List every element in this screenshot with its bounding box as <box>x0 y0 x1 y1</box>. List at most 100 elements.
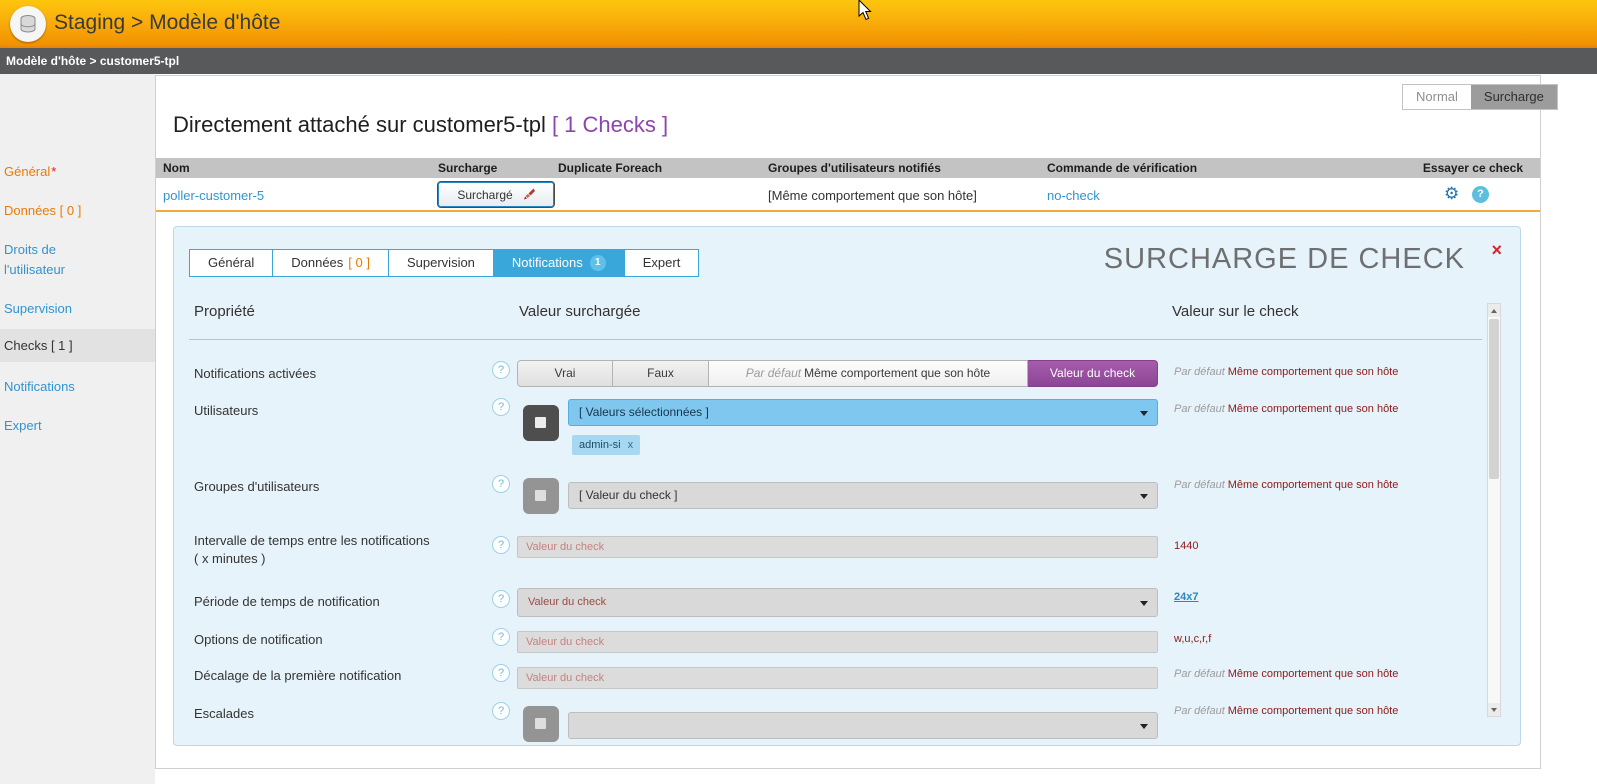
users-multiselect-label: [ Valeurs sélectionnées ] <box>579 405 709 419</box>
label-intervalle-line2: ( x minutes ) <box>194 551 266 566</box>
tab-supervision[interactable]: Supervision <box>389 249 494 277</box>
check-default-note: Par défautMême comportement que son hôte <box>1174 705 1398 717</box>
colhead-valeur-surchargee: Valeur surchargée <box>519 303 640 320</box>
escalades-mode-toggle-button[interactable] <box>523 706 559 742</box>
col-surcharge: Surcharge <box>438 161 497 175</box>
page-title: Staging > Modèle d'hôte <box>54 11 280 35</box>
interval-input[interactable] <box>517 536 1158 558</box>
col-commande-verification: Commande de vérification <box>1047 161 1197 175</box>
notifications-count-badge: 1 <box>590 255 606 271</box>
check-default-note: Par défautMême comportement que son hôte <box>1174 479 1398 491</box>
segment-default-text: Même comportement que son hôte <box>804 366 990 380</box>
sidebar-item-supervision[interactable]: Supervision <box>0 299 155 319</box>
scroll-up-button[interactable] <box>1488 304 1500 317</box>
check-default-note: Par défautMême comportement que son hôte <box>1174 668 1398 680</box>
tag-remove-icon[interactable]: x <box>628 439 634 451</box>
sidebar-item-checks[interactable]: Checks [ 1 ] <box>0 329 155 362</box>
surcharge-check-overlay: Général Données [ 0 ] Supervision Notific… <box>173 226 1521 746</box>
period-select[interactable]: Valeur du check <box>517 588 1158 617</box>
database-icon <box>18 14 38 34</box>
help-icon[interactable]: ? <box>492 475 510 493</box>
label-decalage: Décalage de la première notification <box>194 668 401 683</box>
app-window: Staging > Modèle d'hôte Modèle d'hôte > … <box>0 0 1597 784</box>
tab-notifications[interactable]: Notifications 1 <box>494 249 625 277</box>
default-text: Même comportement que son hôte <box>1228 705 1399 717</box>
host-check-link[interactable]: poller-customer-5 <box>163 188 264 203</box>
selected-user-tag: admin-si x <box>572 435 640 455</box>
mode-toggle: Normal Surcharge <box>1402 84 1558 110</box>
chevron-down-icon <box>1140 494 1148 499</box>
tab-notifications-label: Notifications <box>512 250 583 276</box>
tab-donnees-label: Données <box>291 255 343 270</box>
help-icon[interactable]: ? <box>492 628 510 646</box>
sidebar-item-label: Checks [ 1 ] <box>4 338 73 353</box>
mode-normal-button[interactable]: Normal <box>1403 85 1471 109</box>
sidebar-item-label: Supervision <box>4 301 72 316</box>
stop-square-icon <box>535 417 546 428</box>
tag-label: admin-si <box>579 439 621 451</box>
help-icon[interactable]: ? <box>492 536 510 554</box>
help-icon[interactable]: ? <box>492 361 510 379</box>
gear-icon[interactable]: ⚙ <box>1444 184 1459 204</box>
main-panel: Directement attaché sur customer5-tpl[ 1… <box>155 75 1541 769</box>
sidebar-item-notifications[interactable]: Notifications <box>0 377 155 397</box>
label-notifications-activees: Notifications activées <box>194 366 316 381</box>
close-icon[interactable]: × <box>1491 241 1502 259</box>
segment-par-defaut[interactable]: Par défautMême comportement que son hôte <box>709 360 1028 387</box>
required-asterisk: * <box>51 164 56 179</box>
check-value-period-link[interactable]: 24x7 <box>1174 591 1198 603</box>
check-command-link[interactable]: no-check <box>1047 188 1100 203</box>
scroll-down-button[interactable] <box>1488 703 1500 716</box>
sidebar-item-expert[interactable]: Expert <box>0 416 155 436</box>
breadcrumb: Modèle d'hôte > customer5-tpl <box>0 48 1597 74</box>
scrollbar-thumb[interactable] <box>1489 319 1499 479</box>
period-select-label: Valeur du check <box>528 596 606 608</box>
sidebar-item-label: Droits de l'utilisateur <box>4 242 65 277</box>
users-mode-toggle-button[interactable] <box>523 405 559 441</box>
check-value-options: w,u,c,r,f <box>1174 633 1211 645</box>
help-icon[interactable]: ? <box>492 590 510 608</box>
default-prefix: Par défaut <box>1174 403 1225 415</box>
check-default-note: Par défautMême comportement que son hôte <box>1174 366 1398 378</box>
label-intervalle: Intervalle de temps entre les notificati… <box>194 533 430 548</box>
overlay-title: SURCHARGE DE CHECK <box>1104 243 1465 276</box>
overlay-scrollbar[interactable] <box>1487 303 1501 717</box>
help-icon[interactable]: ? <box>492 664 510 682</box>
tab-expert[interactable]: Expert <box>625 249 700 277</box>
try-check-help-icon[interactable]: ? <box>1472 186 1489 203</box>
tab-general[interactable]: Général <box>189 249 273 277</box>
sidebar: Général* Données [ 0 ] Droits de l'utili… <box>0 74 155 784</box>
sidebar-item-donnees[interactable]: Données [ 0 ] <box>0 201 155 221</box>
escalades-select[interactable] <box>568 712 1158 739</box>
check-default-note: Par défautMême comportement que son hôte <box>1174 403 1398 415</box>
overlay-tabs: Général Données [ 0 ] Supervision Notific… <box>189 249 699 277</box>
surcharge-button[interactable]: Surchargé <box>438 182 554 207</box>
sidebar-item-label: Notifications <box>4 379 75 394</box>
usergroups-select[interactable]: [ Valeur du check ] <box>568 482 1158 509</box>
label-options-notification: Options de notification <box>194 632 323 647</box>
users-multiselect[interactable]: [ Valeurs sélectionnées ] <box>568 399 1158 426</box>
usergroups-select-label: [ Valeur du check ] <box>579 488 678 502</box>
tab-donnees[interactable]: Données [ 0 ] <box>273 249 389 277</box>
chevron-down-icon <box>1140 724 1148 729</box>
segment-valeur-du-check[interactable]: Valeur du check <box>1028 360 1158 387</box>
sidebar-item-general[interactable]: Général* <box>0 162 155 182</box>
default-prefix: Par défaut <box>1174 705 1225 717</box>
sidebar-item-label: Général <box>4 164 50 179</box>
segment-faux[interactable]: Faux <box>613 360 709 387</box>
first-notification-delay-input[interactable] <box>517 667 1158 689</box>
col-nom: Nom <box>163 161 190 175</box>
help-icon[interactable]: ? <box>492 702 510 720</box>
usergroups-mode-toggle-button[interactable] <box>523 478 559 514</box>
table-header: Nom Surcharge Duplicate Foreach Groupes … <box>156 158 1540 178</box>
help-icon[interactable]: ? <box>492 398 510 416</box>
triangle-down-icon <box>1491 708 1497 712</box>
sidebar-item-droits[interactable]: Droits de l'utilisateur <box>0 240 112 279</box>
label-periode: Période de temps de notification <box>194 594 380 609</box>
brush-icon <box>522 188 535 201</box>
tab-donnees-count: [ 0 ] <box>348 255 370 270</box>
segment-vrai[interactable]: Vrai <box>517 360 613 387</box>
notification-options-input[interactable] <box>517 631 1158 653</box>
mode-surcharge-button[interactable]: Surcharge <box>1471 85 1557 109</box>
app-logo[interactable] <box>10 6 46 42</box>
